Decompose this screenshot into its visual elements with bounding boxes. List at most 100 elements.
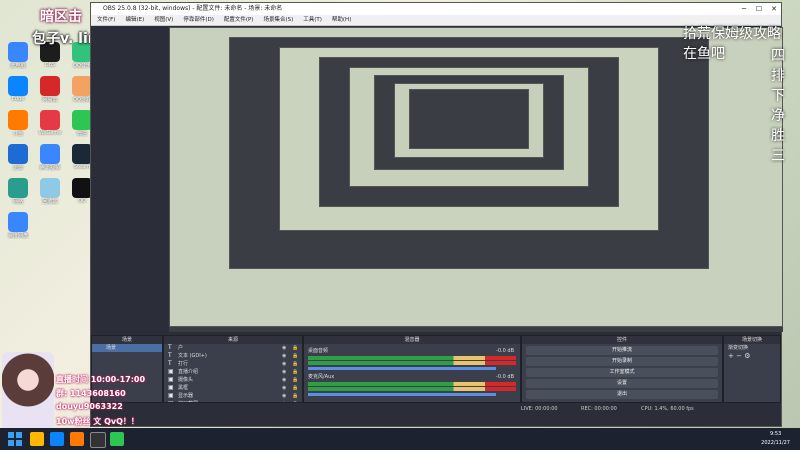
stream-info-overlay: 直播时间 10:00-17:00 群: 1143608160 douyu9063… (2, 342, 160, 434)
source-item[interactable]: T 户 ◉ 🔒 (164, 344, 302, 352)
mixer-channel: 麦克风/Aux -0.0 dB (304, 374, 520, 396)
volume-slider[interactable] (308, 367, 496, 370)
lock-icon[interactable]: 🔒 (292, 361, 298, 367)
status-cpu: CPU: 1.4%, 60.00 fps (641, 406, 694, 412)
desktop-icon[interactable]: 网络 (4, 178, 32, 205)
info-line-4: 10w粉丝 文 QvQ！！ (56, 417, 139, 426)
desktop-icon[interactable]: 百度网盘 (4, 212, 32, 239)
preview-capture-8 (409, 89, 529, 149)
menu-item[interactable]: 帮助(H) (332, 17, 351, 23)
desktop-icon[interactable]: 此电脑 (4, 42, 32, 69)
mixer-channel-name: 桌面音频 (308, 348, 329, 354)
mixer-db-value: -0.0 dB (496, 348, 514, 354)
app-icon (40, 76, 60, 96)
visibility-eye-icon[interactable]: ◉ (282, 377, 288, 383)
lock-icon[interactable]: 🔒 (292, 385, 298, 391)
obs-menubar: 文件(F) 编辑(E) 视图(V) 停靠部件(D) 配置文件(P) 场景集合(S) 工具(T… (91, 15, 781, 26)
maximize-icon[interactable]: ☐ (752, 3, 766, 15)
minimize-icon[interactable]: ─ (737, 3, 751, 15)
clock-time: 9:53 (769, 431, 782, 437)
desktop-icon[interactable]: Edge (4, 76, 32, 102)
mixer-channel-label: 麦克风/Aux -0.0 dB (304, 374, 520, 381)
visibility-eye-icon[interactable]: ◉ (282, 361, 288, 367)
file-explorer-icon[interactable] (30, 432, 44, 446)
control-button[interactable]: 退出 (526, 390, 718, 399)
windows-start-icon[interactable] (8, 432, 22, 446)
wechat-icon[interactable] (110, 432, 124, 446)
status-live: LIVE: 00:00:00 (521, 406, 558, 412)
desktop-icon-label: OBS (44, 62, 56, 68)
edge-icon[interactable] (50, 432, 64, 446)
control-button[interactable]: 开始推流 (526, 346, 718, 355)
desktop-icon[interactable]: 网易云 (36, 76, 64, 103)
control-button[interactable]: 设置 (526, 379, 718, 388)
desktop-icon-label: 此电脑 (10, 63, 26, 69)
lock-icon[interactable]: 🔒 (292, 369, 298, 375)
desktop-icon-label: 回收站 (42, 199, 58, 205)
add-transition-icon[interactable]: + (728, 352, 734, 360)
source-type-icon: T (168, 352, 172, 359)
menu-item[interactable]: 停靠部件(D) (183, 17, 214, 23)
desktop-icon-label: WeGame (38, 130, 62, 136)
close-icon[interactable]: ✕ (767, 3, 781, 15)
desktop-icon[interactable]: 腾讯视频 (36, 144, 64, 171)
visibility-eye-icon[interactable]: ◉ (282, 369, 288, 375)
source-item[interactable]: ▣ 黑框 ◉ 🔒 (164, 384, 302, 392)
app-icon (72, 178, 92, 198)
visibility-eye-icon[interactable]: ◉ (282, 385, 288, 391)
source-item[interactable]: ▣ 直播介绍 ◉ 🔒 (164, 368, 302, 376)
app-icon (8, 76, 28, 96)
mixer-db-value: -0.0 dB (496, 374, 514, 380)
menu-item[interactable]: 编辑(E) (125, 17, 144, 23)
source-item[interactable]: ▣ 摄像头 ◉ 🔒 (164, 376, 302, 384)
app-icon (40, 144, 60, 164)
taskbar: 9:53 2022/11/27 (0, 428, 800, 450)
desktop-icon-label: 网易云 (42, 97, 58, 103)
visibility-eye-icon[interactable]: ◉ (282, 353, 288, 359)
control-button[interactable]: 工作室模式 (526, 368, 718, 377)
obs-preview[interactable] (169, 27, 783, 332)
lock-icon[interactable]: 🔒 (292, 393, 298, 399)
remove-transition-icon[interactable]: − (736, 352, 742, 360)
status-rec: REC: 00:00:00 (581, 406, 617, 412)
menu-item[interactable]: 配置文件(P) (224, 17, 254, 23)
volume-slider[interactable] (308, 393, 496, 396)
desktop-icon[interactable]: 斗鱼 (4, 110, 32, 137)
obs-statusbar: LIVE: 00:00:00 REC: 00:00:00 CPU: 1.4%, … (91, 402, 781, 415)
source-item[interactable]: ▣ 显示器 ◉ 🔒 (164, 392, 302, 400)
desktop-icon-label: 腾讯视频 (39, 165, 60, 171)
visibility-eye-icon[interactable]: ◉ (282, 393, 288, 399)
lock-icon[interactable]: 🔒 (292, 377, 298, 383)
source-type-icon: T (168, 360, 172, 367)
lock-icon[interactable]: 🔒 (292, 345, 298, 351)
douyu-icon[interactable] (70, 432, 84, 446)
menu-item[interactable]: 文件(F) (97, 17, 115, 23)
obs-titlebar: OBS 25.0.8 (32-bit, windows) - 配置文件: 未命名… (91, 3, 781, 15)
transitions-dock-title: 场景切换 (724, 336, 780, 344)
menu-item[interactable]: 视图(V) (154, 17, 173, 23)
menu-item[interactable]: 场景集合(S) (263, 17, 293, 23)
desktop-icon[interactable]: WeGame (36, 110, 64, 136)
app-icon (8, 42, 28, 62)
source-item[interactable]: T 文本 (GDI+) ◉ 🔒 (164, 352, 302, 360)
app-icon (40, 110, 60, 130)
control-button[interactable]: 开始录制 (526, 357, 718, 366)
desktop-icon[interactable]: 回收站 (36, 178, 64, 205)
source-item[interactable]: T 打行 ◉ 🔒 (164, 360, 302, 368)
obs-taskbar-icon[interactable] (90, 432, 106, 448)
lock-icon[interactable]: 🔒 (292, 353, 298, 359)
desktop-icon[interactable]: 迅雷 (4, 144, 32, 171)
transition-gear-icon[interactable]: ⚙ (744, 352, 750, 360)
menu-item[interactable]: 工具(T) (303, 17, 322, 23)
obs-title: OBS 25.0.8 (32-bit, windows) - 配置文件: 未命名… (103, 5, 283, 12)
clock-date: 2022/11/27 (761, 440, 790, 446)
visibility-eye-icon[interactable]: ◉ (282, 345, 288, 351)
volume-meter (308, 382, 516, 386)
transition-select[interactable]: 渐变切换 (724, 344, 780, 352)
app-icon (8, 212, 28, 232)
volume-meter (308, 361, 516, 365)
taskbar-clock[interactable]: 9:53 2022/11/27 (761, 430, 790, 448)
transition-controls: + − ⚙ (724, 352, 780, 360)
app-icon (8, 178, 28, 198)
app-icon (72, 110, 92, 130)
